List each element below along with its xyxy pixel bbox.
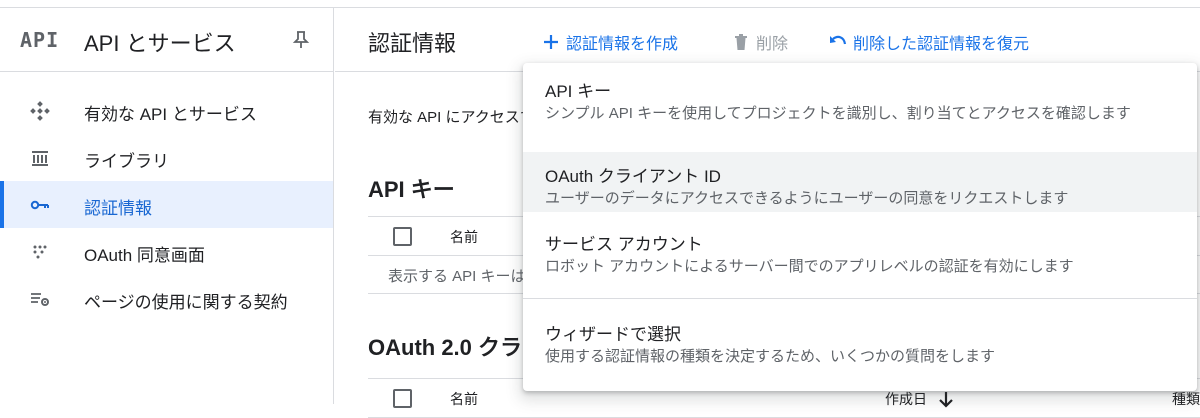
plus-icon xyxy=(544,35,558,49)
sidebar-item-label: OAuth 同意画面 xyxy=(84,246,205,265)
diamond-dots-icon xyxy=(30,101,50,121)
menu-item-oauth-client-id[interactable]: OAuth クライアント ID ユーザーのデータにアクセスできるようにユーザーの… xyxy=(523,152,1197,212)
menu-divider xyxy=(523,298,1197,299)
sidebar-header: API API とサービス xyxy=(0,8,333,72)
menu-item-service-account[interactable]: サービス アカウント ロボット アカウントによるサーバー間でのアプリレベルの認証… xyxy=(523,228,1197,288)
menu-item-wizard[interactable]: ウィザードで選択 使用する認証情報の種類を決定するため、いくつかの質問をします xyxy=(523,315,1197,375)
restore-deleted-button[interactable]: 削除した認証情報を復元 xyxy=(829,30,1029,54)
create-credentials-menu: API キー シンプル API キーを使用してプロジェクトを識別し、割り当てとア… xyxy=(523,63,1197,391)
sidebar-item-enabled-apis[interactable]: 有効な API とサービス xyxy=(0,87,333,134)
sidebar-nav: 有効な API とサービス ライブラリ 認証情報 OAuth 同意画面 ページの… xyxy=(0,72,333,322)
menu-item-title: OAuth クライアント ID xyxy=(545,167,721,186)
api-logo: API xyxy=(20,28,60,52)
menu-item-title: ウィザードで選択 xyxy=(545,325,681,344)
sidebar-item-label: 認証情報 xyxy=(84,199,152,218)
sidebar-item-credentials[interactable]: 認証情報 xyxy=(0,181,333,228)
menu-item-title: サービス アカウント xyxy=(545,235,703,254)
top-bar-edge xyxy=(0,0,1200,8)
sidebar-item-oauth-consent[interactable]: OAuth 同意画面 xyxy=(0,228,333,275)
sidebar: API API とサービス 有効な API とサービス ライブラリ 認証情報 O… xyxy=(0,8,334,404)
menu-item-api-key[interactable]: API キー シンプル API キーを使用してプロジェクトを識別し、割り当てとア… xyxy=(523,63,1197,152)
sidebar-item-label: 有効な API とサービス xyxy=(84,105,257,124)
column-header-name: 名前 xyxy=(450,391,478,407)
restore-label: 削除した認証情報を復元 xyxy=(853,36,1030,53)
undo-icon xyxy=(830,35,847,45)
key-icon xyxy=(30,200,49,210)
select-all-checkbox[interactable] xyxy=(393,227,412,246)
sidebar-item-label: ページの使用に関する契約 xyxy=(84,293,288,312)
select-all-checkbox[interactable] xyxy=(393,389,412,408)
column-header-type: 種類 xyxy=(1172,391,1200,407)
column-header-created-label: 作成日 xyxy=(885,391,927,407)
page-title: 認証情報 xyxy=(368,31,457,56)
library-icon xyxy=(32,151,48,166)
sidebar-item-library[interactable]: ライブラリ xyxy=(0,134,333,181)
column-header-created[interactable]: 作成日 xyxy=(885,389,955,409)
delete-button[interactable]: 削除 xyxy=(732,30,788,54)
trash-icon xyxy=(735,34,747,50)
consent-dots-icon xyxy=(33,245,47,259)
menu-item-description: ユーザーのデータにアクセスできるようにユーザーの同意をリクエストします xyxy=(545,190,1069,207)
delete-label: 削除 xyxy=(756,36,789,53)
arrow-down-icon xyxy=(939,392,953,408)
column-header-name: 名前 xyxy=(450,229,478,245)
sidebar-item-page-usage[interactable]: ページの使用に関する契約 xyxy=(0,275,333,322)
create-credentials-label: 認証情報を作成 xyxy=(566,36,679,53)
menu-item-description: シンプル API キーを使用してプロジェクトを識別し、割り当てとアクセスを確認し… xyxy=(545,105,1131,122)
settings-list-icon xyxy=(31,293,49,306)
menu-item-description: ロボット アカウントによるサーバー間でのアプリレベルの認証を有効にします xyxy=(545,258,1074,275)
pin-icon[interactable] xyxy=(292,30,310,50)
sidebar-title: API とサービス xyxy=(84,31,236,56)
create-credentials-button[interactable]: 認証情報を作成 xyxy=(542,30,678,54)
menu-item-title: API キー xyxy=(545,82,612,101)
menu-item-description: 使用する認証情報の種類を決定するため、いくつかの質問をします xyxy=(545,348,996,365)
api-keys-section-title: API キー xyxy=(368,177,455,202)
sidebar-item-label: ライブラリ xyxy=(84,152,169,171)
